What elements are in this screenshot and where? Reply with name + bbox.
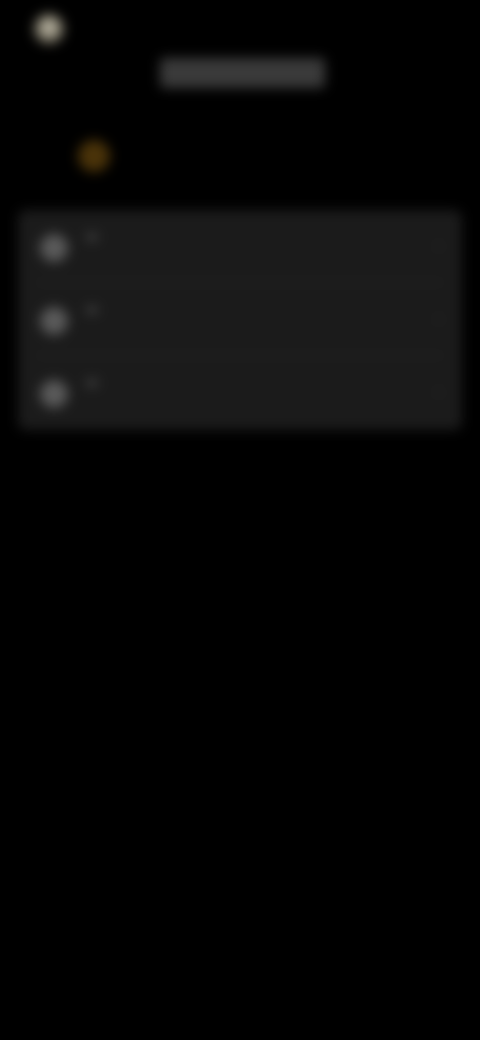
list-item-label — [86, 307, 98, 313]
chevron-right-icon: › — [435, 309, 442, 328]
list-item[interactable]: › — [18, 283, 462, 355]
active-category-icon[interactable] — [78, 140, 110, 172]
settings-list-card: › › › — [18, 210, 462, 430]
chip-1[interactable] — [20, 142, 64, 170]
chevron-right-icon: › — [435, 236, 442, 255]
settings-icon — [40, 307, 68, 335]
filter-chip-row — [16, 136, 464, 176]
list-item-label — [86, 380, 98, 386]
page-title — [160, 58, 325, 88]
chip-2[interactable] — [130, 142, 202, 170]
app-logo-icon — [34, 14, 64, 44]
top-bar — [0, 0, 480, 110]
settings-icon — [40, 234, 68, 262]
settings-icon — [40, 380, 68, 408]
chip-5[interactable] — [386, 142, 446, 170]
list-item[interactable]: › — [18, 356, 462, 428]
chip-4[interactable] — [302, 142, 374, 170]
app-screen: › › › — [0, 0, 480, 1040]
list-item-label — [86, 234, 98, 240]
chip-3[interactable] — [216, 142, 288, 170]
list-item[interactable]: › — [18, 210, 462, 282]
chevron-right-icon: › — [435, 382, 442, 401]
